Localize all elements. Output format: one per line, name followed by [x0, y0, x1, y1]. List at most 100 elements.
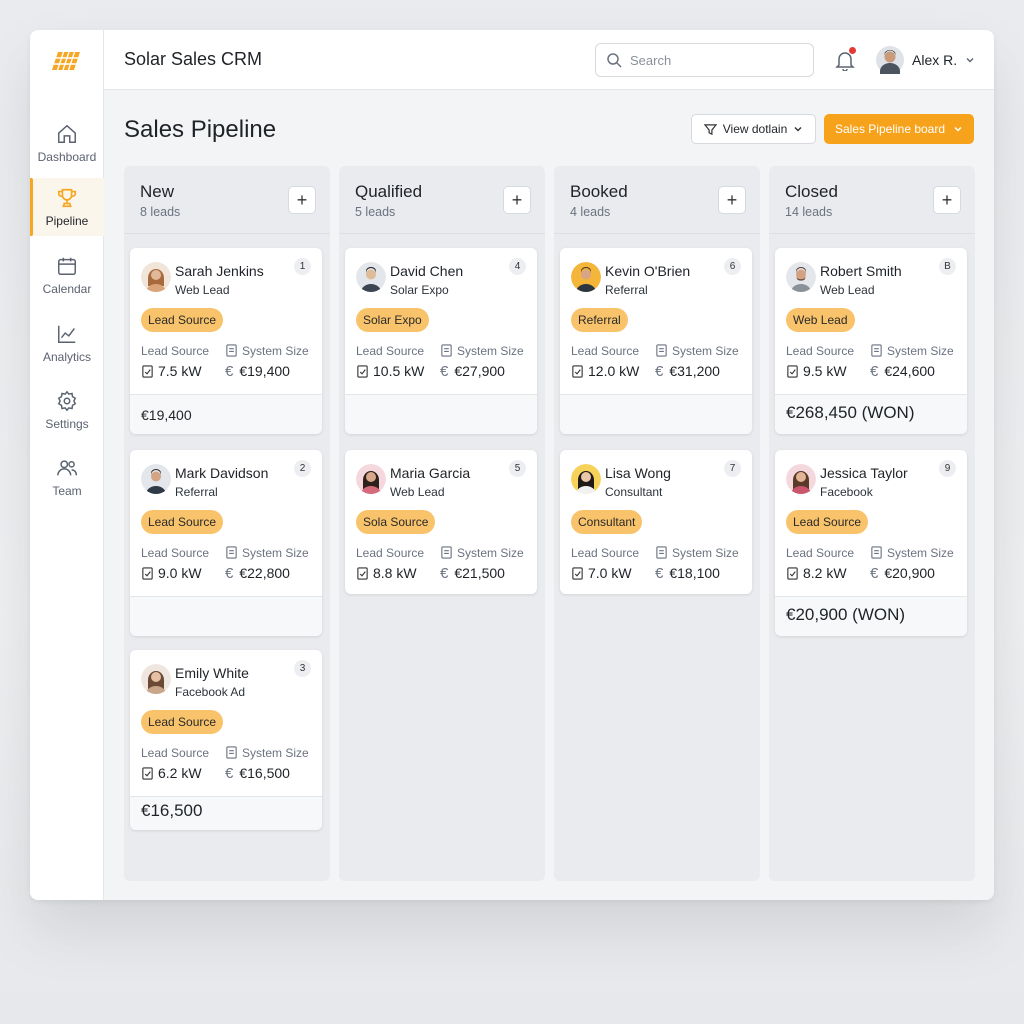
lead-card[interactable]: Emily White Facebook Ad 3 Lead Source Le… [130, 650, 322, 830]
sidebar-item-dashboard[interactable]: Dashboard [30, 114, 104, 172]
lead-number: 6 [724, 258, 741, 275]
lead-source-label: Lead Source [786, 344, 855, 358]
lead-card[interactable]: David Chen Solar Expo 4 Solar Expo Lead … [345, 248, 537, 434]
deal-value-wrap: € €19,400 [225, 363, 290, 380]
pipeline-column-new: New 8 leads + Sarah Jenkins Web Lead 1 L… [124, 166, 330, 881]
pipeline-column-qualified: Qualified 5 leads + David Chen Solar Exp… [339, 166, 545, 881]
lead-card[interactable]: Mark Davidson Referral 2 Lead Source Lea… [130, 450, 322, 636]
lead-card[interactable]: Robert Smith Web Lead B Web Lead Lead So… [775, 248, 967, 434]
avatar [876, 46, 904, 74]
system-size-wrap: 9.5 kW [786, 363, 847, 379]
user-menu[interactable]: Alex R. [876, 45, 975, 75]
add-lead-button[interactable]: + [288, 186, 316, 214]
sidebar-item-team[interactable]: Team [30, 448, 104, 506]
lead-badge: Solar Expo [356, 308, 429, 332]
chevron-down-icon [954, 126, 962, 132]
system-size-label-wrap: System Size [655, 344, 739, 358]
column-title: Booked [570, 182, 628, 201]
page-title: Sales Pipeline [124, 116, 277, 143]
lead-source-label: Lead Source [141, 746, 210, 760]
deal-value: €20,900 [884, 565, 935, 581]
system-size-wrap: 9.0 kW [141, 565, 202, 581]
column-title: New [140, 182, 175, 201]
lead-card[interactable]: Jessica Taylor Facebook 9 Lead Source Le… [775, 450, 967, 636]
pipeline-board-button[interactable]: Sales Pipeline board [824, 114, 974, 144]
chevron-down-icon [794, 127, 802, 132]
view-details-button[interactable]: View dotlain [691, 114, 816, 144]
lead-card[interactable]: Kevin O'Brien Referral 6 Referral Lead S… [560, 248, 752, 434]
system-size-wrap: 8.8 kW [356, 565, 417, 581]
column-count: 4 leads [570, 205, 611, 219]
solar-panel-logo-icon [52, 52, 80, 70]
lead-badge: Web Lead [786, 308, 855, 332]
lead-source: Web Lead [820, 283, 875, 297]
lead-source-label: Lead Source [571, 344, 640, 358]
system-size-label-wrap: System Size [440, 344, 524, 358]
lead-name: Jessica Taylor [820, 465, 908, 481]
card-footer: €20,900 (WON) [775, 596, 967, 636]
lead-badge: Consultant [571, 510, 643, 534]
column-title: Qualified [355, 182, 423, 201]
system-size-label-wrap: System Size [440, 546, 524, 560]
sidebar-item-pipeline[interactable]: Pipeline [30, 178, 104, 236]
sidebar-item-analytics[interactable]: Analytics [30, 314, 104, 372]
system-size-label: System Size [457, 546, 524, 560]
lead-number: B [939, 258, 956, 275]
avatar [141, 464, 171, 494]
notifications-button[interactable] [835, 47, 856, 72]
checklist-icon [787, 365, 798, 378]
lead-card[interactable]: Lisa Wong Consultant 7 Consultant Lead S… [560, 450, 752, 594]
card-footer [345, 394, 537, 434]
column-header: Booked 4 leads + [554, 166, 760, 234]
euro-icon: € [225, 565, 234, 582]
system-size-value: 10.5 kW [373, 363, 425, 379]
deal-value-wrap: € €21,500 [440, 565, 505, 582]
system-size-wrap: 6.2 kW [141, 765, 202, 781]
checklist-icon [357, 365, 368, 378]
add-lead-button[interactable]: + [718, 186, 746, 214]
euro-icon: € [870, 363, 879, 380]
system-size-label-wrap: System Size [225, 546, 309, 560]
document-icon [871, 546, 882, 559]
footer-total: €16,500 [141, 801, 203, 820]
add-lead-button[interactable]: + [503, 186, 531, 214]
lead-name: Maria Garcia [390, 465, 471, 481]
avatar [786, 464, 816, 494]
app-window: Dashboard Pipeline Calendar Analytics Se… [30, 30, 994, 900]
system-size-value: 8.2 kW [803, 565, 847, 581]
lead-card[interactable]: Sarah Jenkins Web Lead 1 Lead Source Lea… [130, 248, 322, 434]
view-details-label: View dotlain [722, 122, 788, 136]
search-box[interactable] [595, 43, 814, 77]
card-footer: €268,450 (WON) [775, 394, 967, 434]
team-icon [57, 459, 77, 475]
system-size-label-wrap: System Size [655, 546, 739, 560]
lead-source: Solar Expo [390, 283, 449, 297]
euro-icon: € [440, 565, 449, 582]
pipeline-column-closed: Closed 14 leads + Robert Smith Web Lead … [769, 166, 975, 881]
system-size-label-wrap: System Size [225, 746, 309, 760]
add-lead-button[interactable]: + [933, 186, 961, 214]
document-icon [871, 344, 882, 357]
deal-value: €19,400 [239, 363, 290, 379]
euro-icon: € [655, 565, 664, 582]
document-icon [656, 546, 667, 559]
checklist-icon [572, 365, 583, 378]
calendar-icon [58, 257, 76, 275]
sidebar-item-settings[interactable]: Settings [30, 381, 104, 439]
lead-source: Consultant [605, 485, 663, 499]
deal-value-wrap: € €22,800 [225, 565, 290, 582]
lead-card[interactable]: Maria Garcia Web Lead 5 Sola Source Lead… [345, 450, 537, 594]
document-icon [226, 546, 237, 559]
gear-icon [57, 390, 77, 411]
lead-number: 5 [509, 460, 526, 477]
column-header: New 8 leads + [124, 166, 330, 234]
lead-source: Facebook Ad [175, 685, 246, 699]
lead-badge: Referral [571, 308, 628, 332]
checklist-icon [357, 567, 368, 580]
system-size-label-wrap: System Size [870, 344, 954, 358]
deal-value-wrap: € €20,900 [870, 565, 935, 582]
system-size-value: 8.8 kW [373, 565, 417, 581]
search-input[interactable] [630, 52, 790, 68]
column-header: Closed 14 leads + [769, 166, 975, 234]
sidebar-item-calendar[interactable]: Calendar [30, 246, 104, 304]
